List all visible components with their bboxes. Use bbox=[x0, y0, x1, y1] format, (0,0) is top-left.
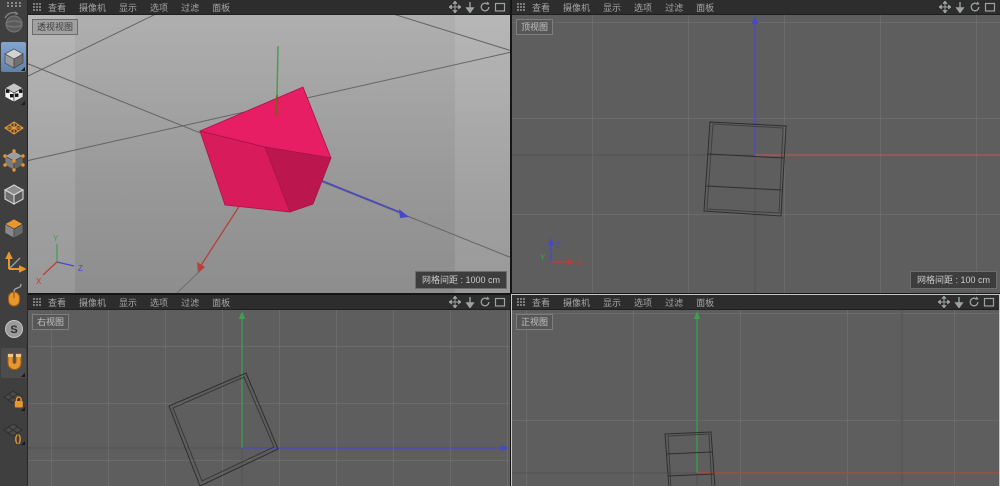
svg-text:X: X bbox=[577, 259, 583, 268]
pan-view-icon[interactable] bbox=[939, 1, 951, 13]
rotate-view-icon[interactable] bbox=[479, 1, 491, 13]
axis-y bbox=[277, 46, 278, 97]
zoom-view-icon[interactable] bbox=[954, 1, 966, 13]
grid-spacing-chip: 网格间距 : 100 cm bbox=[910, 271, 997, 289]
axis-gizmo: Y X Z bbox=[36, 234, 83, 286]
menu-display[interactable]: 显示 bbox=[603, 296, 621, 309]
workplane-mode-icon[interactable] bbox=[1, 110, 26, 140]
menu-display[interactable]: 显示 bbox=[603, 1, 621, 14]
pan-view-icon[interactable] bbox=[449, 1, 461, 13]
cube-wireframe[interactable] bbox=[665, 432, 715, 486]
menu-options[interactable]: 选项 bbox=[150, 296, 168, 309]
viewport-perspective: 查看 摄像机 显示 选项 过滤 面板 bbox=[28, 0, 510, 293]
viewport-label: 透视视图 bbox=[32, 19, 78, 35]
enable-snap-icon[interactable] bbox=[1, 348, 26, 378]
zoom-view-icon[interactable] bbox=[953, 296, 965, 308]
texture-mode-icon[interactable] bbox=[1, 76, 26, 106]
cube-wireframe[interactable] bbox=[169, 373, 278, 486]
menubar-grip-icon[interactable] bbox=[517, 3, 526, 11]
menu-view[interactable]: 查看 bbox=[48, 1, 66, 14]
menu-cameras[interactable]: 摄像机 bbox=[563, 296, 590, 309]
paren-glyph: () bbox=[14, 434, 21, 444]
menu-filter[interactable]: 过滤 bbox=[665, 296, 683, 309]
menu-view[interactable]: 查看 bbox=[532, 1, 550, 14]
viewport-label: 正视图 bbox=[516, 314, 553, 330]
menu-cameras[interactable]: 摄像机 bbox=[563, 1, 590, 14]
menu-options[interactable]: 选项 bbox=[634, 1, 652, 14]
menu-filter[interactable]: 过滤 bbox=[181, 296, 199, 309]
menu-panel[interactable]: 面板 bbox=[696, 296, 714, 309]
viewport-solo-icon[interactable]: S bbox=[1, 314, 26, 344]
rotate-view-icon[interactable] bbox=[968, 296, 980, 308]
svg-text:Y: Y bbox=[540, 253, 546, 262]
pan-view-icon[interactable] bbox=[449, 296, 461, 308]
svg-text:X: X bbox=[36, 277, 42, 286]
menubar-grip-icon[interactable] bbox=[517, 298, 526, 306]
viewport-label: 右视图 bbox=[32, 314, 69, 330]
menu-display[interactable]: 显示 bbox=[119, 296, 137, 309]
menubar-top: 查看 摄像机 显示 选项 过滤 面板 bbox=[512, 0, 1000, 15]
mode-toolbar: S bbox=[0, 0, 28, 486]
grid-spacing-chip: 网格间距 : 1000 cm bbox=[415, 271, 507, 289]
menu-view[interactable]: 查看 bbox=[532, 296, 550, 309]
cube-object[interactable] bbox=[200, 87, 331, 212]
make-editable-icon[interactable] bbox=[1, 8, 26, 38]
menu-panel[interactable]: 面板 bbox=[212, 296, 230, 309]
menubar-grip-icon[interactable] bbox=[33, 298, 42, 306]
viewport-right: 查看 摄像机 显示 选项 过滤 面板 bbox=[28, 295, 510, 486]
scene-perspective: Y X Z bbox=[28, 15, 510, 293]
toggle-fullscreen-icon[interactable] bbox=[983, 296, 995, 308]
toggle-fullscreen-icon[interactable] bbox=[494, 296, 506, 308]
viewport-canvas-front[interactable]: 正视图 bbox=[512, 310, 999, 486]
menu-options[interactable]: 选项 bbox=[634, 296, 652, 309]
menubar-grip-icon[interactable] bbox=[33, 3, 42, 11]
polygons-mode-icon[interactable] bbox=[1, 212, 26, 242]
menubar-perspective: 查看 摄像机 显示 选项 过滤 面板 bbox=[28, 0, 510, 15]
viewport-label: 顶视图 bbox=[516, 19, 553, 35]
viewport-canvas-right[interactable]: 右视图 bbox=[28, 310, 510, 486]
enable-axis-icon[interactable] bbox=[1, 246, 26, 276]
workplane-interactive-icon[interactable]: () bbox=[1, 416, 26, 446]
workplane-lock-icon[interactable] bbox=[1, 382, 26, 412]
rotate-view-icon[interactable] bbox=[969, 1, 981, 13]
svg-text:Z: Z bbox=[555, 241, 560, 250]
solo-glyph: S bbox=[10, 324, 17, 336]
viewport-top: 查看 摄像机 显示 选项 过滤 面板 bbox=[512, 0, 1000, 293]
menu-filter[interactable]: 过滤 bbox=[181, 1, 199, 14]
edges-mode-icon[interactable] bbox=[1, 178, 26, 208]
scene-front bbox=[512, 310, 999, 486]
rotate-view-icon[interactable] bbox=[479, 296, 491, 308]
scene-right bbox=[28, 310, 510, 486]
menu-display[interactable]: 显示 bbox=[119, 1, 137, 14]
menu-view[interactable]: 查看 bbox=[48, 296, 66, 309]
cube-wireframe[interactable] bbox=[704, 122, 786, 216]
menu-options[interactable]: 选项 bbox=[150, 1, 168, 14]
viewport-canvas-top[interactable]: Z X Y 顶视图 网格间距 : 100 cm bbox=[512, 15, 1000, 293]
mouse-move-icon[interactable] bbox=[1, 280, 26, 310]
application-window: S bbox=[0, 0, 1000, 486]
model-mode-icon[interactable] bbox=[1, 42, 26, 72]
points-mode-icon[interactable] bbox=[1, 144, 26, 174]
viewport-canvas-perspective[interactable]: Y X Z 透视视图 网格间距 : 1000 cm bbox=[28, 15, 510, 293]
menu-panel[interactable]: 面板 bbox=[212, 1, 230, 14]
scene-top: Z X Y bbox=[512, 15, 1000, 293]
menu-cameras[interactable]: 摄像机 bbox=[79, 1, 106, 14]
svg-text:Y: Y bbox=[53, 234, 59, 243]
menubar-right: 查看 摄像机 显示 选项 过滤 面板 bbox=[28, 295, 510, 310]
axis-gizmo: Z X Y bbox=[540, 238, 583, 268]
toggle-fullscreen-icon[interactable] bbox=[494, 1, 506, 13]
svg-text:Z: Z bbox=[78, 264, 83, 273]
pan-view-icon[interactable] bbox=[938, 296, 950, 308]
menu-panel[interactable]: 面板 bbox=[696, 1, 714, 14]
toggle-fullscreen-icon[interactable] bbox=[984, 1, 996, 13]
menubar-front: 查看 摄像机 显示 选项 过滤 面板 bbox=[512, 295, 999, 310]
zoom-view-icon[interactable] bbox=[464, 1, 476, 13]
menu-cameras[interactable]: 摄像机 bbox=[79, 296, 106, 309]
viewport-front-active: 查看 摄像机 显示 选项 过滤 面板 bbox=[511, 294, 1000, 486]
zoom-view-icon[interactable] bbox=[464, 296, 476, 308]
toolbar-grip-icon[interactable] bbox=[7, 2, 21, 7]
menu-filter[interactable]: 过滤 bbox=[665, 1, 683, 14]
